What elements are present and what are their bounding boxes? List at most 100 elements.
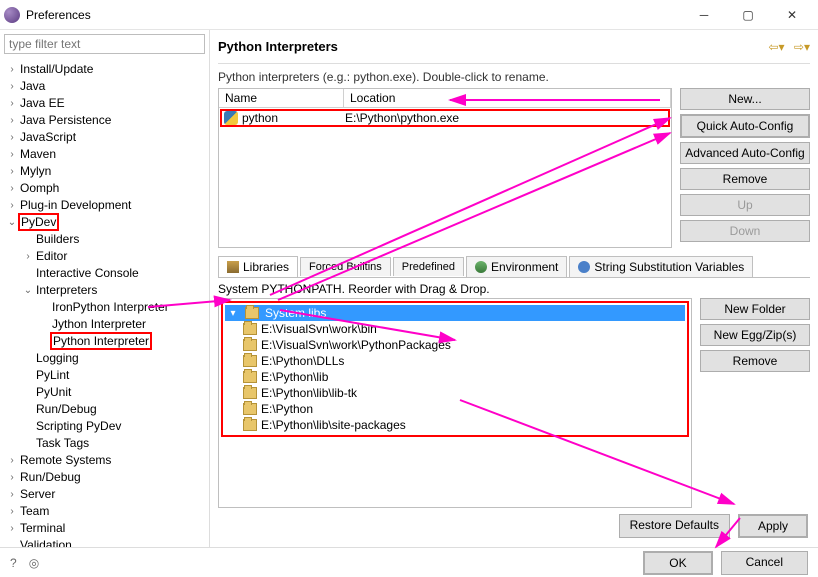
tree-item[interactable]: Python Interpreter [6, 333, 209, 349]
preferences-tree[interactable]: ›Install/Update›Java›Java EE›Java Persis… [0, 58, 209, 547]
tree-item[interactable]: ›JavaScript [6, 129, 209, 145]
back-icon[interactable]: ⇦▾ [769, 40, 785, 54]
new-folder-button[interactable]: New Folder [700, 298, 810, 320]
folder-icon [245, 307, 259, 319]
tree-label: Maven [18, 147, 58, 161]
tree-label: Oomph [18, 181, 61, 195]
up-button[interactable]: Up [680, 194, 810, 216]
tree-item[interactable]: Jython Interpreter [6, 316, 209, 332]
tree-item[interactable]: ›Maven [6, 146, 209, 162]
restore-defaults-button[interactable]: Restore Defaults [619, 514, 730, 538]
tree-item[interactable]: Builders [6, 231, 209, 247]
path-item[interactable]: E:\Python\lib\site-packages [225, 417, 685, 433]
column-location[interactable]: Location [344, 89, 671, 107]
column-name[interactable]: Name [219, 89, 344, 107]
tree-item[interactable]: ›Team [6, 503, 209, 519]
expander-icon[interactable]: › [6, 166, 18, 177]
close-button[interactable]: ✕ [770, 1, 814, 29]
tree-item[interactable]: ⌄PyDev [6, 214, 209, 230]
expander-icon[interactable]: › [6, 115, 18, 126]
tree-item[interactable]: ›Plug-in Development [6, 197, 209, 213]
reorder-hint: System PYTHONPATH. Reorder with Drag & D… [218, 278, 810, 298]
apply-button[interactable]: Apply [738, 514, 808, 538]
tree-item[interactable]: ›Remote Systems [6, 452, 209, 468]
expander-icon[interactable]: ⌄ [22, 285, 34, 296]
filter-input[interactable] [4, 34, 205, 54]
tree-item[interactable]: ›Java EE [6, 95, 209, 111]
forward-icon[interactable]: ⇨▾ [794, 40, 810, 54]
cancel-button[interactable]: Cancel [721, 551, 808, 575]
tree-item[interactable]: PyLint [6, 367, 209, 383]
tree-item[interactable]: ⌄Interpreters [6, 282, 209, 298]
tab-predefined[interactable]: Predefined [393, 257, 464, 276]
tree-item[interactable]: Run/Debug [6, 401, 209, 417]
tree-item[interactable]: Scripting PyDev [6, 418, 209, 434]
path-item[interactable]: E:\Python\DLLs [225, 353, 685, 369]
new-egg-button[interactable]: New Egg/Zip(s) [700, 324, 810, 346]
tree-item[interactable]: IronPython Interpreter [6, 299, 209, 315]
maximize-button[interactable]: ▢ [726, 1, 770, 29]
pythonpath-list[interactable]: ▾ System libs E:\VisualSvn\work\binE:\Vi… [218, 298, 692, 508]
path-item[interactable]: E:\Python [225, 401, 685, 417]
tab-forced-builtins[interactable]: Forced Builtins [300, 257, 391, 276]
system-libs-header[interactable]: ▾ System libs [225, 305, 685, 321]
tree-label: Java [18, 79, 47, 93]
tree-item[interactable]: ›Oomph [6, 180, 209, 196]
expander-icon[interactable]: › [6, 98, 18, 109]
remove-interpreter-button[interactable]: Remove [680, 168, 810, 190]
expander-icon[interactable]: › [6, 132, 18, 143]
tree-item[interactable]: Task Tags [6, 435, 209, 451]
table-row[interactable]: python E:\Python\python.exe [220, 109, 670, 127]
help-icon[interactable]: ? [10, 556, 17, 570]
tree-item[interactable]: ›Java Persistence [6, 112, 209, 128]
import-export-icon[interactable]: ◎ [29, 556, 39, 570]
expander-icon[interactable]: › [6, 149, 18, 160]
tree-item[interactable]: ›Editor [6, 248, 209, 264]
expander-icon[interactable]: › [6, 472, 18, 483]
path-item[interactable]: E:\VisualSvn\work\PythonPackages [225, 337, 685, 353]
down-button[interactable]: Down [680, 220, 810, 242]
path-item[interactable]: E:\Python\lib [225, 369, 685, 385]
tree-item[interactable]: ›Server [6, 486, 209, 502]
tab-libraries[interactable]: Libraries [218, 256, 298, 277]
tree-item[interactable]: PyUnit [6, 384, 209, 400]
panel-title: Python Interpreters [218, 39, 763, 54]
tree-label: Team [18, 504, 51, 518]
python-icon [224, 111, 238, 125]
interpreter-location: E:\Python\python.exe [345, 111, 668, 125]
string-icon [578, 261, 590, 273]
expander-icon[interactable]: › [6, 455, 18, 466]
tree-item[interactable]: ›Java [6, 78, 209, 94]
folder-icon [243, 323, 257, 335]
minimize-button[interactable]: ─ [682, 1, 726, 29]
folder-icon [243, 355, 257, 367]
expander-icon[interactable]: › [6, 506, 18, 517]
advanced-auto-config-button[interactable]: Advanced Auto-Config [680, 142, 810, 164]
expander-icon[interactable]: › [6, 489, 18, 500]
path-item[interactable]: E:\Python\lib\lib-tk [225, 385, 685, 401]
tree-item[interactable]: ›Install/Update [6, 61, 209, 77]
ok-button[interactable]: OK [643, 551, 712, 575]
expander-icon[interactable]: › [6, 81, 18, 92]
expander-icon[interactable]: ⌄ [6, 217, 18, 228]
tab-environment[interactable]: Environment [466, 256, 567, 277]
expander-icon[interactable]: › [6, 200, 18, 211]
tree-item[interactable]: Logging [6, 350, 209, 366]
tree-item[interactable]: ›Run/Debug [6, 469, 209, 485]
expander-icon[interactable]: › [22, 251, 34, 262]
tree-item[interactable]: Interactive Console [6, 265, 209, 281]
tree-item[interactable]: Validation [6, 537, 209, 547]
expander-icon[interactable]: › [6, 183, 18, 194]
remove-path-button[interactable]: Remove [700, 350, 810, 372]
tab-string-substitution[interactable]: String Substitution Variables [569, 256, 753, 277]
tree-item[interactable]: ›Mylyn [6, 163, 209, 179]
path-item[interactable]: E:\VisualSvn\work\bin [225, 321, 685, 337]
expander-icon[interactable]: › [6, 523, 18, 534]
quick-auto-config-button[interactable]: Quick Auto-Config [680, 114, 810, 138]
window-title: Preferences [26, 8, 682, 22]
interpreters-table[interactable]: Name Location python E:\Python\python.ex… [218, 88, 672, 248]
expander-icon[interactable]: › [6, 64, 18, 75]
new-button[interactable]: New... [680, 88, 810, 110]
tree-label: Validation [18, 538, 74, 547]
tree-item[interactable]: ›Terminal [6, 520, 209, 536]
